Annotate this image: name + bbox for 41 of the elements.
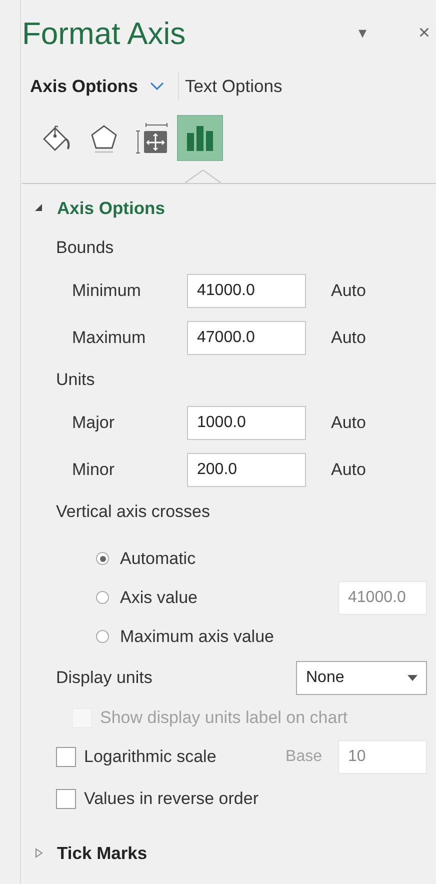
checkbox-label[interactable]: Values in reverse order [84,789,258,809]
options-tab[interactable]: Text Options [184,76,282,96]
resize-arrows-icon [136,122,168,154]
chevron-down-icon[interactable] [150,82,164,90]
close-button[interactable]: × [418,22,430,44]
radio-button[interactable] [96,591,109,604]
number-input[interactable]: 1000.0 [187,406,306,440]
checkbox-label[interactable]: Logarithmic scale [84,747,216,767]
field-label: Maximum [71,328,147,348]
auto-reset-button[interactable]: Auto [331,328,366,348]
radio-label[interactable]: Automatic [120,548,196,568]
radio-label[interactable]: Maximum axis value [120,626,274,646]
display-units-dropdown[interactable]: None [296,661,427,695]
options-tab[interactable]: Axis Options [30,76,138,96]
auto-reset-button[interactable]: Auto [331,280,366,300]
pane-menu-button[interactable]: ▾ [358,23,366,43]
field-label: Minor [71,460,116,480]
caret-icon [407,675,418,681]
group-label: Bounds [56,238,114,258]
field-label: Major [71,412,116,432]
section-title[interactable]: Axis Options [57,198,165,218]
expand-toggle-icon[interactable] [35,848,43,858]
radio-button[interactable] [96,552,109,565]
number-input[interactable]: 200.0 [187,452,306,486]
dropdown-label: Display units [56,668,154,688]
radio-button[interactable] [96,630,109,643]
group-label: Vertical axis crosses [56,502,210,522]
expand-toggle-icon[interactable] [35,203,43,213]
checkbox[interactable] [56,789,76,809]
radio-label[interactable]: Axis value [120,588,198,608]
section-title[interactable]: Tick Marks [57,842,148,864]
bar-chart-tab[interactable] [177,115,223,161]
checkbox[interactable] [56,747,76,767]
pane-title: Format Axis [22,15,187,52]
number-input[interactable]: 41000.0 [187,274,306,308]
number-input[interactable]: 47000.0 [187,320,306,354]
base-label: Base [286,748,322,766]
group-label: Units [56,370,95,390]
auto-reset-button[interactable]: Auto [331,460,366,480]
auto-reset-button[interactable]: Auto [331,412,366,432]
field-label: Minimum [71,280,142,300]
